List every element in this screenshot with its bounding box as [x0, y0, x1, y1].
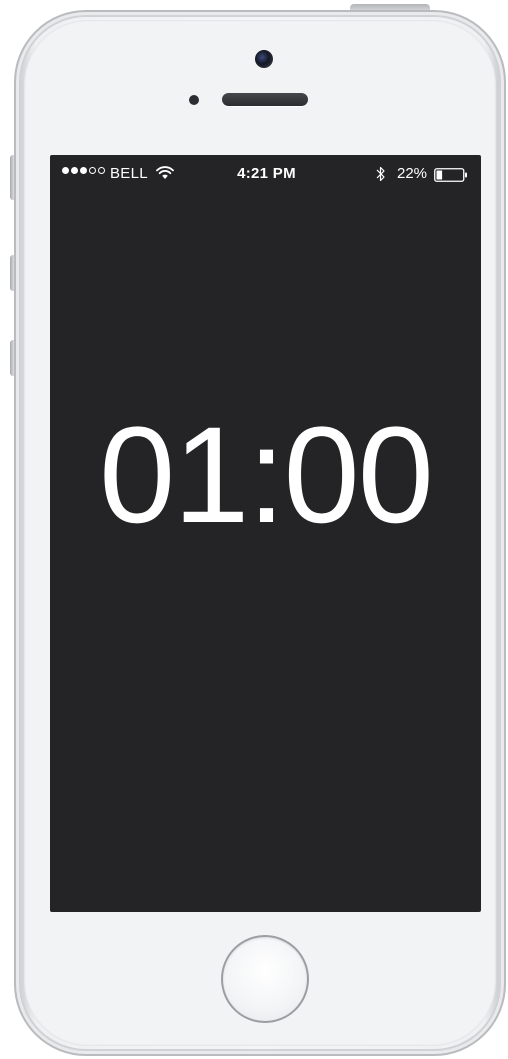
battery-icon [434, 168, 467, 182]
battery-percentage: 22% [397, 165, 428, 182]
device-stage: BELL 4:21 PM 22% 01:00 [0, 0, 508, 1059]
bluetooth-icon [376, 166, 385, 182]
earpiece-speaker [222, 93, 308, 106]
home-button[interactable] [221, 935, 309, 1023]
timer-display: 01:00 [99, 399, 434, 552]
battery-fill [436, 170, 443, 180]
status-bar: BELL 4:21 PM 22% [50, 155, 481, 195]
proximity-sensor [189, 95, 199, 105]
front-camera [255, 50, 273, 68]
phone-screen: BELL 4:21 PM 22% 01:00 [50, 155, 481, 912]
